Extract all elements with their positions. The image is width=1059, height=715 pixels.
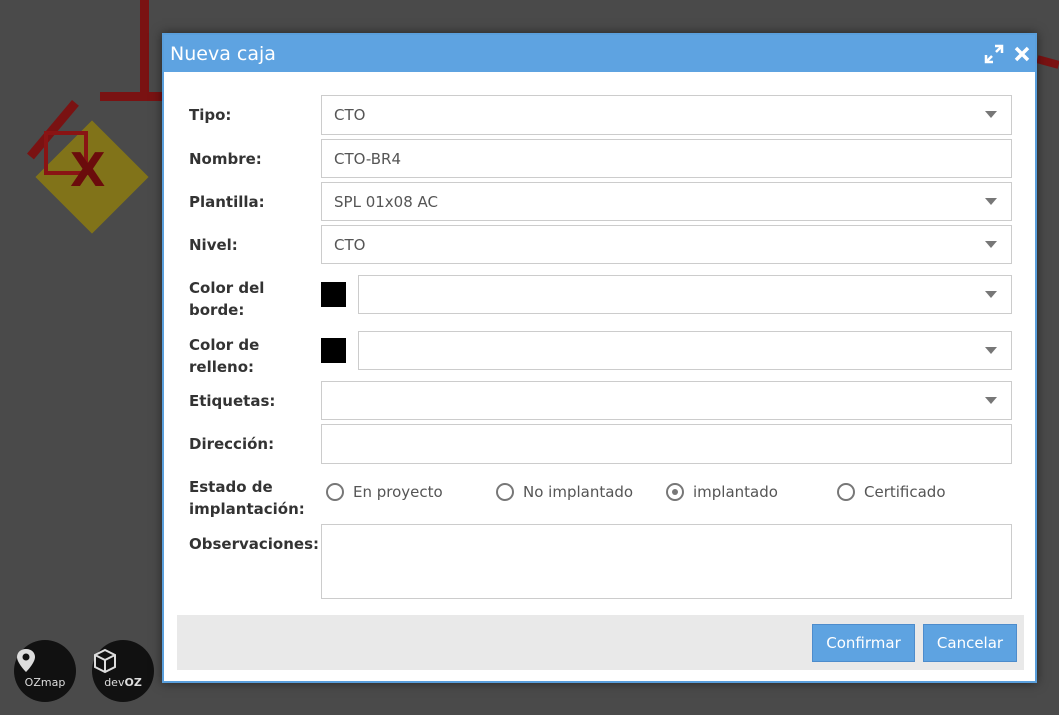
chevron-down-icon [985, 397, 997, 404]
estado-radio-group: En proyecto No implantado implantado Cer… [164, 481, 1035, 505]
radio-label-en-proyecto: En proyecto [353, 483, 443, 501]
cancel-button[interactable]: Cancelar [923, 624, 1017, 662]
radio-label-implantado: implantado [693, 483, 778, 501]
nombre-value: CTO-BR4 [334, 150, 401, 168]
radio-en-proyecto[interactable] [326, 483, 344, 501]
tipo-label: Tipo: [189, 106, 232, 124]
nombre-input[interactable]: CTO-BR4 [321, 139, 1012, 178]
nivel-label: Nivel: [189, 236, 238, 254]
map-route-line [1036, 55, 1059, 69]
radio-certificado[interactable] [837, 483, 855, 501]
observaciones-label: Observaciones: [189, 535, 320, 553]
dialog-title: Nueva caja [170, 43, 276, 65]
nivel-value: CTO [334, 236, 366, 254]
new-box-dialog: Nueva caja Tipo: CTO Nombre: CTO-BR4 Pla… [162, 33, 1037, 683]
observaciones-textarea[interactable] [321, 524, 1012, 599]
map-x-marker: X [70, 143, 106, 197]
radio-no-implantado[interactable] [496, 483, 514, 501]
tipo-select[interactable]: CTO [321, 95, 1012, 135]
border-color-label: Color del borde: [189, 279, 265, 319]
fill-color-select[interactable] [358, 331, 1012, 370]
fill-color-swatch[interactable] [321, 338, 346, 363]
dialog-footer: Confirmar Cancelar [177, 615, 1024, 670]
map-route-line [100, 92, 162, 101]
border-color-swatch[interactable] [321, 282, 346, 307]
chevron-down-icon [985, 241, 997, 248]
close-icon[interactable] [1012, 44, 1032, 64]
plantilla-value: SPL 01x08 AC [334, 193, 438, 211]
direccion-input[interactable] [321, 424, 1012, 464]
devoz-logo: devOZ [92, 640, 154, 702]
chevron-down-icon [985, 198, 997, 205]
nombre-label: Nombre: [189, 150, 262, 168]
etiquetas-label: Etiquetas: [189, 392, 276, 410]
etiquetas-select[interactable] [321, 381, 1012, 420]
cube-icon [94, 648, 116, 674]
direccion-label: Dirección: [189, 435, 275, 453]
devoz-logo-text: devOZ [104, 676, 142, 689]
confirm-button[interactable]: Confirmar [812, 624, 915, 662]
map-pin-icon [17, 649, 35, 672]
chevron-down-icon [985, 291, 997, 298]
tipo-value: CTO [334, 106, 366, 124]
radio-label-no-implantado: No implantado [523, 483, 634, 501]
fill-color-label: Color de relleno: [189, 336, 260, 376]
radio-label-certificado: Certificado [864, 483, 946, 501]
radio-implantado[interactable] [666, 483, 684, 501]
chevron-down-icon [985, 347, 997, 354]
plantilla-label: Plantilla: [189, 193, 265, 211]
dialog-titlebar[interactable]: Nueva caja [164, 35, 1035, 72]
chevron-down-icon [985, 111, 997, 118]
ozmap-logo-text: OZmap [24, 676, 66, 689]
nivel-select[interactable]: CTO [321, 225, 1012, 264]
border-color-select[interactable] [358, 275, 1012, 314]
ozmap-logo: OZmap [14, 640, 76, 702]
map-route-line [140, 0, 149, 100]
plantilla-select[interactable]: SPL 01x08 AC [321, 182, 1012, 221]
expand-icon[interactable] [984, 44, 1004, 64]
